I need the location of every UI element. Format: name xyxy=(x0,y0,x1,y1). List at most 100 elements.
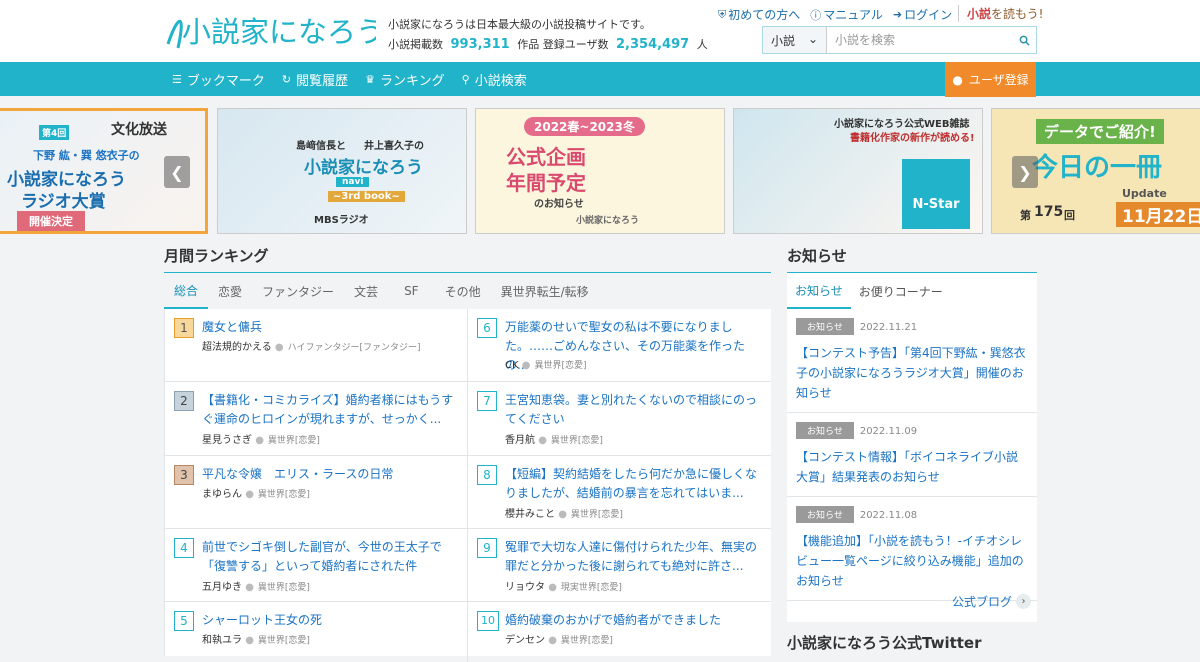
author-name[interactable]: まゆらん xyxy=(202,489,242,500)
dot-icon: ● xyxy=(245,635,254,646)
nav-search[interactable]: ⚲ 小説検索 xyxy=(462,70,527,89)
news-item[interactable]: お知らせ 2022.11.08 【機能追加】「小説を読もう！-イチオシレビュー一覧… xyxy=(787,497,1037,601)
logo-text: 小説家になろう xyxy=(182,15,376,49)
author-name[interactable]: リョウタ xyxy=(505,582,545,593)
genre-label: 異世界[恋愛] xyxy=(560,636,613,646)
novel-title-link[interactable]: シャーロット王女の死 xyxy=(202,611,459,630)
banner-nstar[interactable]: 小説家になろう公式WEB雑誌 書籍化作家の新作が読める! N-Star xyxy=(733,108,983,234)
novel-title-link[interactable]: 【書籍化・コミカライズ】婚約者様にはもうすぐ運命のヒロインが現れますが、せっかく… xyxy=(202,391,459,429)
dot-icon: ● xyxy=(274,342,284,353)
news-link[interactable]: 【コンテスト予告】「第4回下野紘・巽悠衣子の小説家になろうラジオ大賞」開催のお知… xyxy=(796,343,1029,403)
search-category-value: 小説 xyxy=(771,34,796,48)
ranking-tab-literature[interactable]: 文芸 xyxy=(344,273,388,309)
ranking-tab-all[interactable]: 総合 xyxy=(164,273,209,309)
ranking-column-left: 1 魔女と傭兵 超法規的かえる ● ハイファンタジー[ファンタジー] 2 【書籍化… xyxy=(165,309,468,662)
ranking-item[interactable]: 4 前世でシゴキ倒した副官が、今世の王太子で「復讐する」といって婚約者にされた件… xyxy=(165,529,467,602)
news-item[interactable]: お知らせ 2022.11.09 【コンテスト情報】「ボイコネライブ小説大賞」結果発… xyxy=(787,413,1037,497)
ranking-tab-fantasy[interactable]: ファンタジー xyxy=(252,273,344,309)
ranking-item[interactable]: 6 万能薬のせいで聖女の私は不要になりました。……ごめんなさい、その万能薬を作っ… xyxy=(468,309,771,382)
ranking-tab-other[interactable]: その他 xyxy=(435,273,491,309)
news-badge: お知らせ xyxy=(796,506,854,523)
register-button[interactable]: ● ユーザ登録 xyxy=(945,62,1036,97)
ranking-item[interactable]: 5 シャーロット王女の死 和執ユラ ● 異世界[恋愛] xyxy=(165,602,467,662)
login-label: ログイン xyxy=(904,8,953,22)
banner-text: データでご紹介! xyxy=(1036,119,1164,144)
rank-badge: 7 xyxy=(477,391,497,411)
novel-title-link[interactable]: 王宮知恵袋。妻と別れたくないので相談にのってください xyxy=(505,391,763,429)
author-name[interactable]: 五月ゆき xyxy=(202,582,242,593)
banner-text: MBSラジオ xyxy=(314,215,369,226)
manual-label: マニュアル xyxy=(823,8,883,22)
genre-label: 現実世界[恋愛] xyxy=(560,583,622,593)
banner-annual-plan[interactable]: 2022春~2023冬 公式企画 年間予定 のお知らせ 小説家になろう xyxy=(475,108,725,234)
search-button[interactable] xyxy=(1012,27,1036,53)
banner-text: 年間予定 xyxy=(506,171,586,195)
banner-text: ラジオ大賞 xyxy=(21,192,106,212)
register-label: ユーザ登録 xyxy=(968,73,1029,87)
carousel-next-button[interactable]: ❯ xyxy=(1012,156,1038,188)
author-name[interactable]: 星見うさぎ xyxy=(202,435,252,446)
news-badge: お知らせ xyxy=(796,422,854,439)
users-unit: 人 xyxy=(696,38,708,51)
ranking-tab-isekai[interactable]: 異世界転生/転移 xyxy=(491,273,599,309)
banner-text: 小説家になろう xyxy=(304,158,423,178)
search-icon: ⚲ xyxy=(461,72,470,86)
site-logo[interactable]: 小説家になろう xyxy=(164,8,376,52)
carousel-prev-button[interactable]: ❮ xyxy=(164,156,190,188)
ranking-item[interactable]: 9 冤罪で大切な人達に傷付けられた少年、無実の罪だと分かった後に謝られても絶対に… xyxy=(468,529,771,602)
ranking-item[interactable]: 7 王宮知恵袋。妻と別れたくないので相談にのってください 香月航 ● 異世界[恋愛… xyxy=(468,382,771,456)
top-links: ⛨ 初めての方へ ⓘ マニュアル ➜ ログイン xyxy=(718,6,952,23)
novel-title-link[interactable]: 婚約破棄のおかげで婚約者ができました xyxy=(505,611,763,630)
novel-title-link[interactable]: 冤罪で大切な人達に傷付けられた少年、無実の罪だと分かった後に謝られても絶対に許さ… xyxy=(505,538,763,576)
banner-text: 公式企画 xyxy=(506,145,586,169)
search-input[interactable] xyxy=(827,27,1012,53)
author-name[interactable]: デンセン xyxy=(505,635,545,646)
author-name[interactable]: 櫻井みこと xyxy=(505,509,555,520)
banner-text: 下野 紘・巽 悠衣子の xyxy=(33,149,140,162)
news-tab-letters[interactable]: お便りコーナー xyxy=(851,273,951,309)
news-link[interactable]: 【機能追加】「小説を読もう！-イチオシレビュー一覧ページに絞り込み機能」追加のお… xyxy=(796,531,1029,591)
ranking-title: 月間ランキング xyxy=(164,247,269,265)
news-list: お知らせ 2022.11.21 【コンテスト予告】「第4回下野紘・巽悠衣子の小説家… xyxy=(787,309,1037,622)
novel-meta: 超法規的かえる ● ハイファンタジー[ファンタジー] xyxy=(202,338,420,353)
nav-bookmark[interactable]: ☰ ブックマーク xyxy=(172,70,265,89)
ranking-tab-sf[interactable]: SF xyxy=(388,273,435,309)
novel-title-link[interactable]: 【短編】契約結婚をしたら何だか急に優しくなりましたが、結婚前の暴言を忘れてはいま… xyxy=(505,465,763,503)
search-icon xyxy=(1019,35,1030,46)
ranking-item[interactable]: 2 【書籍化・コミカライズ】婚約者様にはもうすぐ運命のヒロインが現れますが、せっ… xyxy=(165,382,467,456)
author-name[interactable]: 和執ユラ xyxy=(202,635,242,646)
ranking-item[interactable]: 3 平凡な令嬢 エリス・ラースの日常 まゆらん ● 異世界[恋愛] xyxy=(165,456,467,529)
author-name[interactable]: 超法規的かえる xyxy=(202,342,272,353)
dot-icon: ● xyxy=(538,435,547,446)
genre-label: 異世界[恋愛] xyxy=(257,636,310,646)
genre-label: 異世界[恋愛] xyxy=(257,490,310,500)
banner-radio-navi[interactable]: 島﨑信長と 井上喜久子の 小説家になろう navi ~3rd book~ MBS… xyxy=(217,108,467,234)
nav-history[interactable]: ↻ 閲覧履歴 xyxy=(282,70,348,89)
login-link[interactable]: ➜ ログイン xyxy=(893,6,952,23)
novel-meta: デンセン ● 異世界[恋愛] xyxy=(505,631,613,646)
news-tab-notice[interactable]: お知らせ xyxy=(787,273,851,309)
manual-link[interactable]: ⓘ マニュアル xyxy=(810,6,883,23)
novel-title-link[interactable]: 平凡な令嬢 エリス・ラースの日常 xyxy=(202,465,459,484)
ranking-item[interactable]: 8 【短編】契約結婚をしたら何だか急に優しくなりましたが、結婚前の暴言を忘れては… xyxy=(468,456,771,529)
yomou-prefix: 小説 xyxy=(967,7,992,21)
news-link[interactable]: 【コンテスト情報】「ボイコネライブ小説大賞」結果発表のお知らせ xyxy=(796,447,1029,487)
novel-title-link[interactable]: 魔女と傭兵 xyxy=(202,318,459,337)
nav-ranking[interactable]: ♛ ランキング xyxy=(365,70,445,89)
ranking-item[interactable]: 10 婚約破棄のおかげで婚約者ができました デンセン ● 異世界[恋愛] xyxy=(468,602,771,662)
author-name[interactable]: 香月航 xyxy=(505,435,535,446)
beginner-link[interactable]: ⛨ 初めての方へ xyxy=(718,6,800,23)
ranking-item[interactable]: 1 魔女と傭兵 超法規的かえる ● ハイファンタジー[ファンタジー] xyxy=(165,309,467,382)
author-name[interactable]: CK xyxy=(505,360,519,371)
history-icon: ↻ xyxy=(281,72,292,86)
yomou-link[interactable]: 小説を読もう! xyxy=(958,5,1043,22)
news-date: 2022.11.09 xyxy=(859,426,918,437)
novel-title-link[interactable]: 前世でシゴキ倒した副官が、今世の王太子で「復讐する」といって婚約者にされた件 xyxy=(202,538,459,576)
news-item[interactable]: お知らせ 2022.11.21 【コンテスト予告】「第4回下野紘・巽悠衣子の小説家… xyxy=(787,309,1037,413)
official-blog-link[interactable]: 公式ブログ › xyxy=(952,593,1032,610)
news-date: 2022.11.21 xyxy=(859,322,918,333)
banner-text: のお知らせ xyxy=(534,199,584,210)
nav-history-label: 閲覧履歴 xyxy=(296,73,349,89)
ranking-tab-romance[interactable]: 恋愛 xyxy=(208,273,252,309)
search-category-select[interactable]: 小説 ⌄ xyxy=(763,27,827,53)
